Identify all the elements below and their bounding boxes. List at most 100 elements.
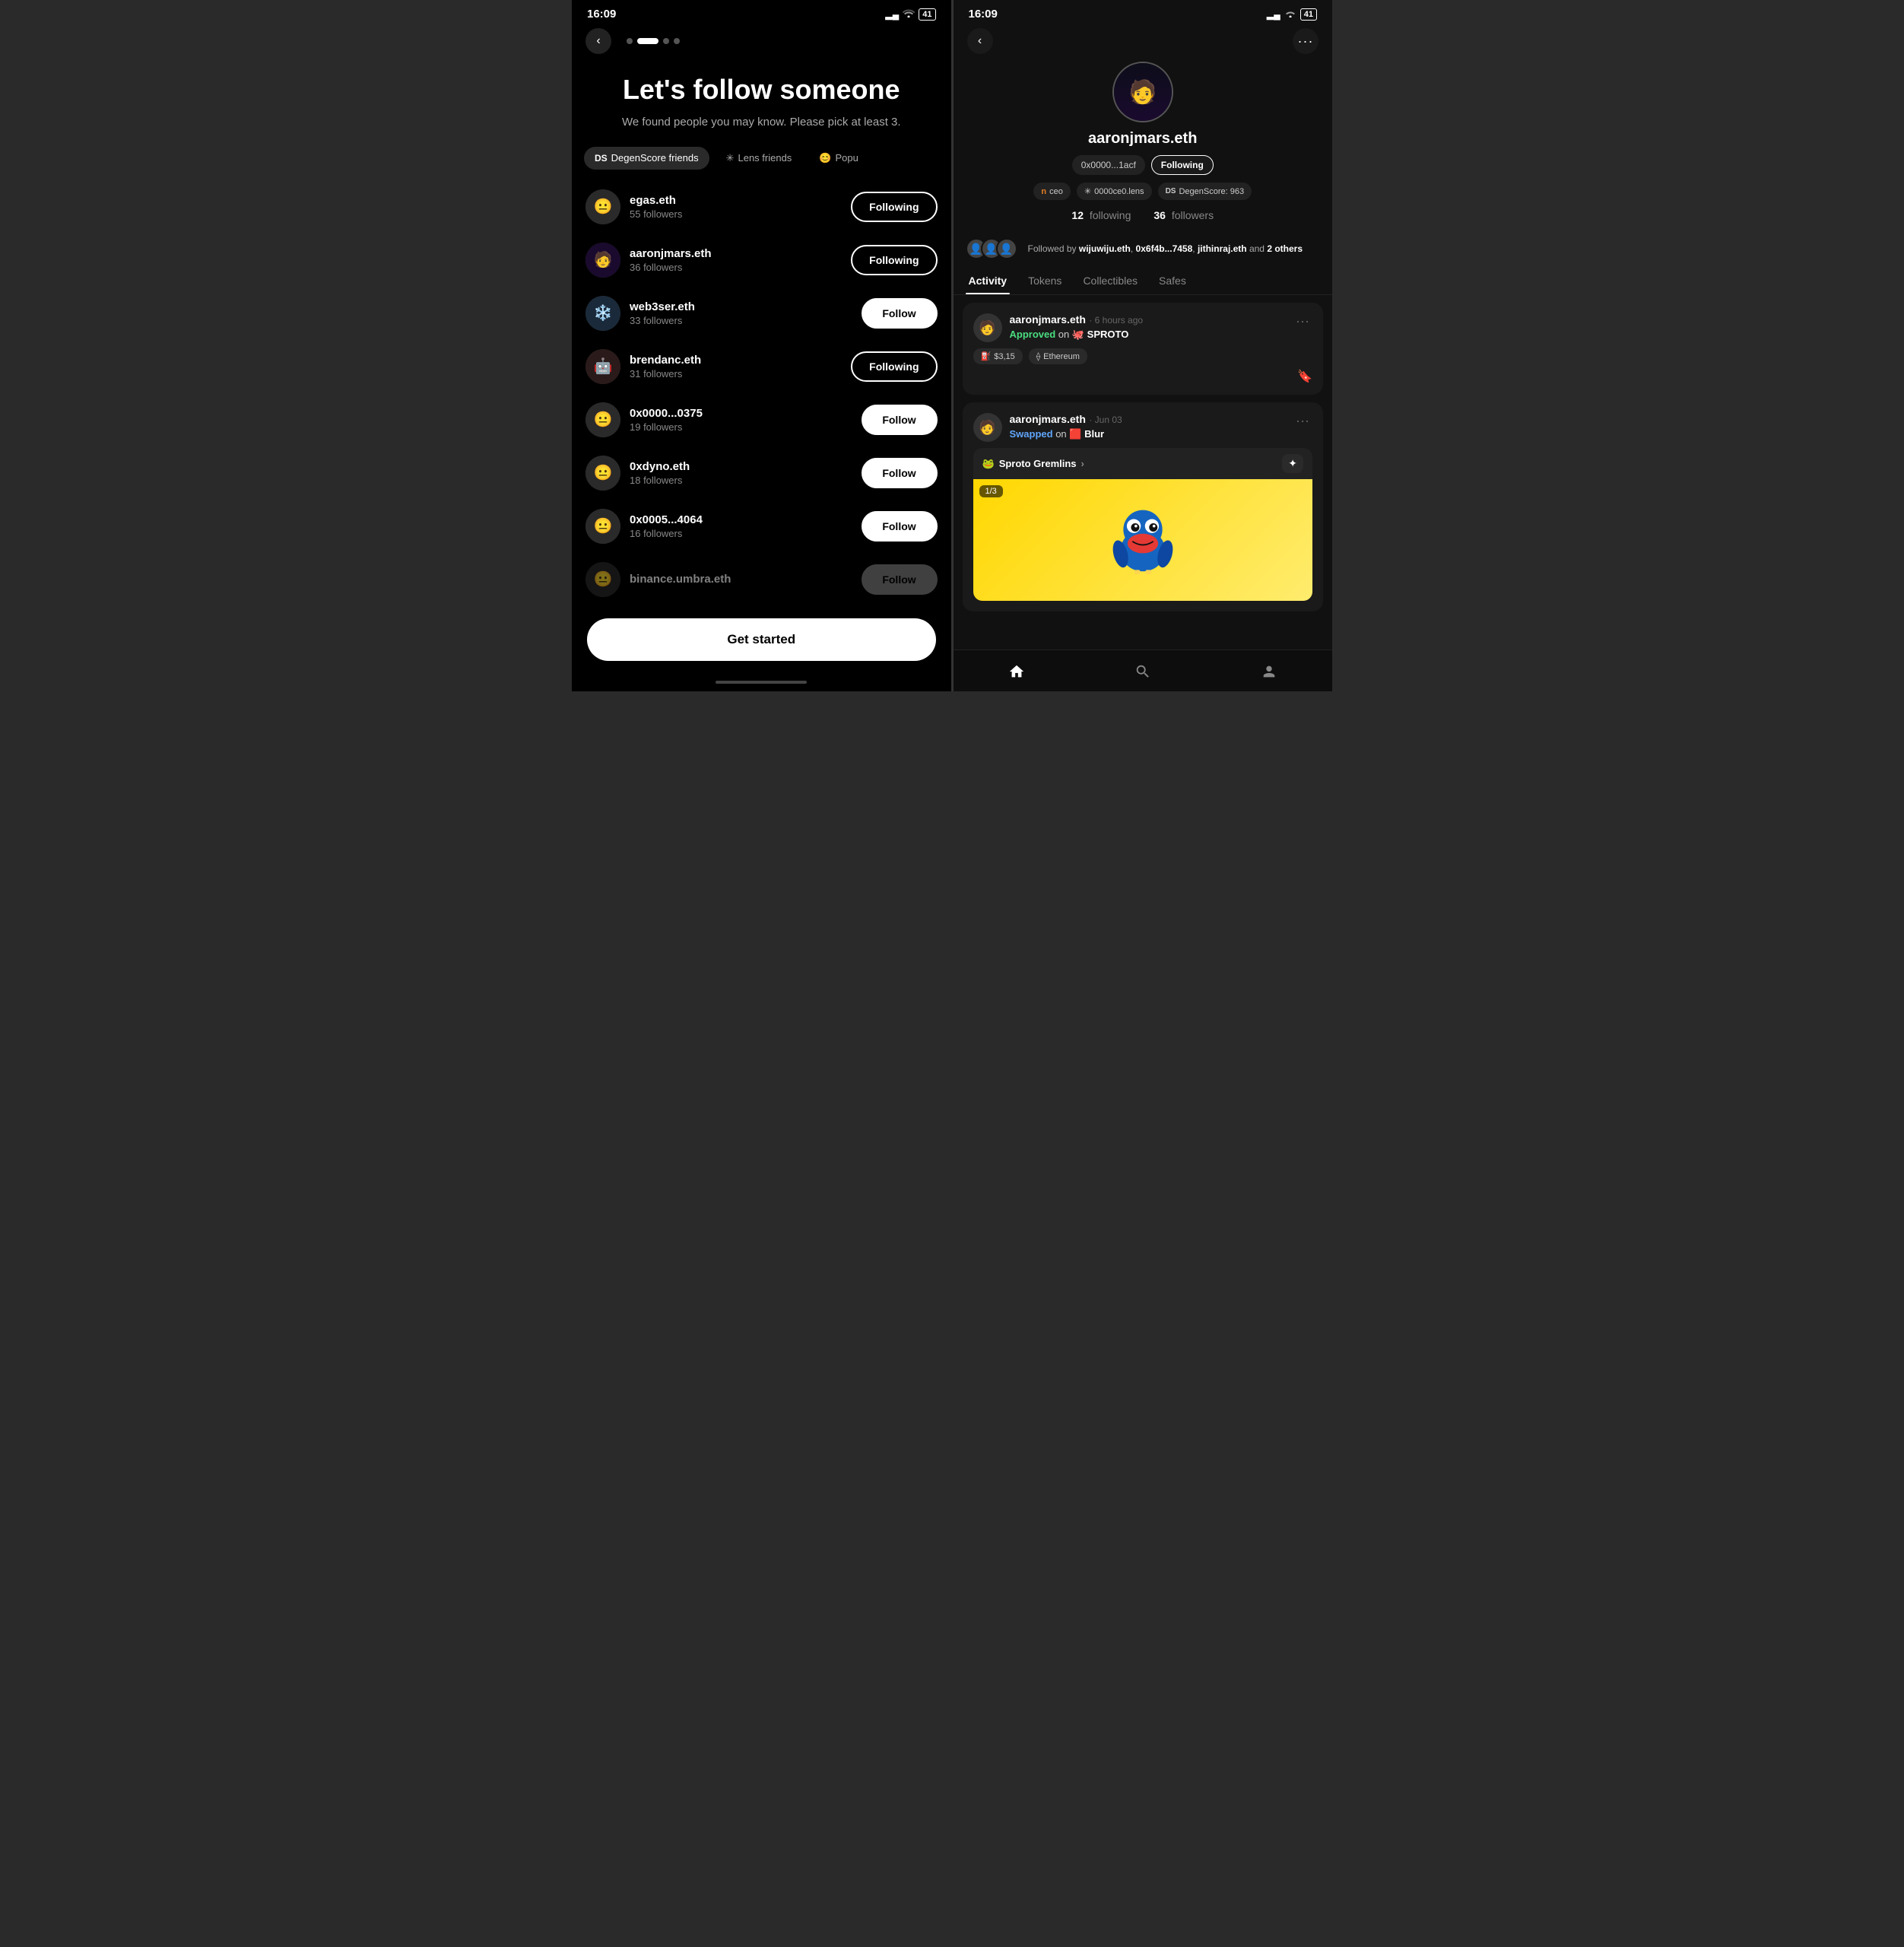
badge-ceo-label: ceo xyxy=(1049,187,1063,196)
stat-followers[interactable]: 36 followers xyxy=(1154,209,1214,221)
activity-meta-2: aaronjmars.eth · Jun 03 Swapped on 🟥 Blu… xyxy=(1010,413,1286,440)
user-item-0: 😐 egas.eth 55 followers Following xyxy=(572,180,951,233)
user-info-web3ser: web3ser.eth 33 followers xyxy=(630,300,852,326)
user-item-7: 😐 binance.umbra.eth Follow xyxy=(572,553,951,606)
signal-icon-right: ▂▄ xyxy=(1267,9,1280,20)
user-followers-0375: 19 followers xyxy=(630,421,852,433)
tab-collectibles[interactable]: Collectibles xyxy=(1080,267,1141,294)
activity-avatar-2: 🧑 xyxy=(973,413,1002,442)
activity-tabs: Activity Tokens Collectibles Safes xyxy=(954,267,1333,295)
user-name-binance: binance.umbra.eth xyxy=(630,573,852,586)
user-name-brendanc: brendanc.eth xyxy=(630,354,842,367)
follow-button-0x4064[interactable]: Follow xyxy=(862,511,938,542)
follow-button-0xdyno[interactable]: Follow xyxy=(862,458,938,488)
nft-card: 🐸 Sproto Gremlins › ✦ 1/3 xyxy=(973,448,1313,601)
badge-ceo-icon: n xyxy=(1041,187,1046,196)
user-followers-egas: 55 followers xyxy=(630,208,842,220)
user-item-5: 😐 0xdyno.eth 18 followers Follow xyxy=(572,446,951,500)
avatar-0x4064: 😐 xyxy=(585,509,620,544)
tab-safes[interactable]: Safes xyxy=(1156,267,1189,294)
user-followers-aaronjmars: 36 followers xyxy=(630,262,842,273)
avatar-0xdyno: 😐 xyxy=(585,456,620,491)
address-tag[interactable]: 0x0000...1acf xyxy=(1072,155,1145,175)
follow-button-web3ser[interactable]: Follow xyxy=(862,298,938,329)
user-item-2: ❄️ web3ser.eth 33 followers Follow xyxy=(572,287,951,340)
wifi-icon-right xyxy=(1284,8,1296,20)
activity-user-2: aaronjmars.eth · Jun 03 xyxy=(1010,413,1286,427)
followers-count: 36 xyxy=(1154,209,1166,221)
user-info-0xdyno: 0xdyno.eth 18 followers xyxy=(630,460,852,486)
badge-degenscore: DS DegenScore: 963 xyxy=(1158,183,1252,200)
hero-subtitle: We found people you may know. Please pic… xyxy=(593,114,930,132)
activity-action-1: Approved on 🐙 SPROTO xyxy=(1010,329,1286,341)
filter-tab-degenscore[interactable]: DS DegenScore friends xyxy=(584,147,709,170)
badge-lens-label: 0000ce0.lens xyxy=(1094,187,1144,196)
badge-ceo: n ceo xyxy=(1033,183,1070,200)
more-button-card-1[interactable]: ··· xyxy=(1293,313,1312,329)
chip-network-1: ⟠ Ethereum xyxy=(1029,348,1087,364)
tab-activity[interactable]: Activity xyxy=(966,267,1011,294)
more-options-button[interactable]: ··· xyxy=(1293,28,1319,54)
activity-meta-1: aaronjmars.eth · 6 hours ago Approved on… xyxy=(1010,313,1286,341)
follow-button-aaronjmars[interactable]: Following xyxy=(851,245,937,275)
activity-feed: 🧑 aaronjmars.eth · 6 hours ago Approved … xyxy=(954,295,1333,650)
filter-tab-popular[interactable]: 😊 Popu xyxy=(808,147,869,170)
activity-action-2: Swapped on 🟥 Blur xyxy=(1010,428,1286,440)
avatar-brendanc: 🤖 xyxy=(585,349,620,384)
user-name-egas: egas.eth xyxy=(630,194,842,207)
dot-3 xyxy=(663,38,669,44)
profile-stats: 12 following 36 followers xyxy=(1071,209,1214,221)
user-item-3: 🤖 brendanc.eth 31 followers Following xyxy=(572,340,951,393)
profile-avatar: 🧑 xyxy=(1112,62,1173,122)
activity-user-1: aaronjmars.eth · 6 hours ago xyxy=(1010,313,1286,327)
status-icons-left: ▂▄ 41 xyxy=(886,8,936,21)
user-followers-0xdyno: 18 followers xyxy=(630,475,852,486)
action-type-1: Approved xyxy=(1010,329,1056,340)
back-button-right[interactable]: ‹ xyxy=(967,28,993,54)
wifi-icon-left xyxy=(903,8,915,20)
follow-button-0375[interactable]: Follow xyxy=(862,405,938,435)
signal-icon-left: ▂▄ xyxy=(886,9,900,20)
home-bar-left xyxy=(716,681,807,684)
nft-badge: 1/3 xyxy=(979,485,1003,497)
get-started-button[interactable]: Get started xyxy=(587,618,936,661)
hero-title: Let's follow someone xyxy=(593,74,930,105)
user-name-0xdyno: 0xdyno.eth xyxy=(630,460,852,473)
badge-lens: ✳ 0000ce0.lens xyxy=(1077,183,1152,200)
back-button-left[interactable]: ‹ xyxy=(585,28,611,54)
badge-ds-icon: DS xyxy=(1166,187,1176,195)
nav-profile[interactable] xyxy=(1255,658,1283,685)
left-nav: ‹ xyxy=(572,24,951,62)
bookmark-button-1[interactable]: 🔖 xyxy=(973,369,1313,384)
avatar-image: 🧑 xyxy=(1114,63,1172,121)
nav-search[interactable] xyxy=(1129,658,1157,685)
tab-tokens[interactable]: Tokens xyxy=(1025,267,1065,294)
nft-image: 1/3 xyxy=(973,479,1313,601)
follow-button-binance[interactable]: Follow xyxy=(862,564,938,595)
time-left: 16:09 xyxy=(587,8,616,21)
follow-button-egas[interactable]: Following xyxy=(851,192,937,222)
face-icon: 😊 xyxy=(819,152,831,164)
more-button-card-2[interactable]: ··· xyxy=(1293,413,1312,429)
user-info-egas: egas.eth 55 followers xyxy=(630,194,842,220)
nft-sparkle-button[interactable]: ✦ xyxy=(1282,454,1303,473)
activity-header-1: 🧑 aaronjmars.eth · 6 hours ago Approved … xyxy=(973,313,1313,342)
nav-home[interactable] xyxy=(1003,658,1030,685)
following-tag[interactable]: Following xyxy=(1151,155,1214,175)
stat-following[interactable]: 12 following xyxy=(1071,209,1131,221)
follow-button-brendanc[interactable]: Following xyxy=(851,351,937,382)
filter-tabs: DS DegenScore friends ✳ Lens friends 😊 P… xyxy=(572,139,951,177)
get-started-bar: Get started xyxy=(572,609,951,676)
followed-avatar-3: 👤 xyxy=(996,238,1017,259)
filter-tab-lens[interactable]: ✳ Lens friends xyxy=(716,147,803,170)
avatar-egas: 😐 xyxy=(585,189,620,224)
right-nav: ‹ ··· xyxy=(954,24,1333,62)
battery-right: 41 xyxy=(1300,8,1317,21)
activity-card-1: 🧑 aaronjmars.eth · 6 hours ago Approved … xyxy=(963,303,1324,395)
following-count: 12 xyxy=(1071,209,1084,221)
activity-card-2: 🧑 aaronjmars.eth · Jun 03 Swapped on 🟥 B… xyxy=(963,402,1324,611)
dot-1 xyxy=(627,38,633,44)
status-icons-right: ▂▄ 41 xyxy=(1267,8,1317,21)
activity-time-1: 6 hours ago xyxy=(1095,315,1143,326)
profile-tags: 0x0000...1acf Following xyxy=(1072,155,1214,175)
